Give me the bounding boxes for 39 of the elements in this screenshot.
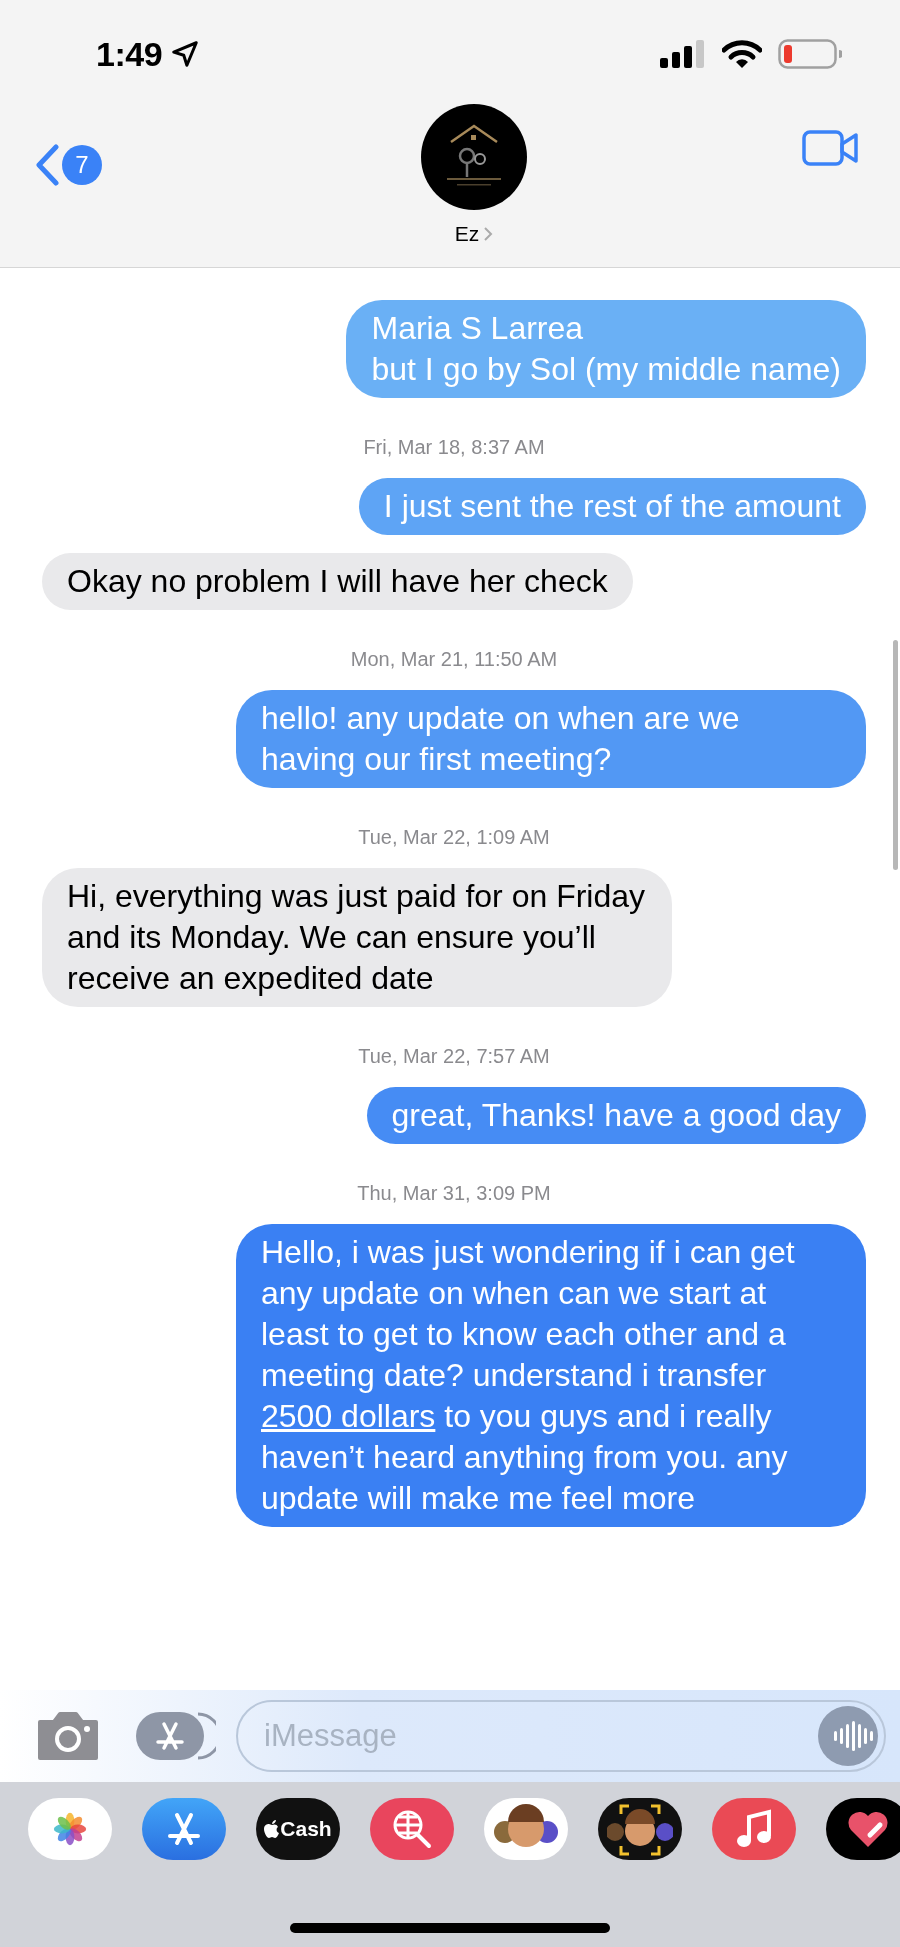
received-message: Okay no problem I will have her check — [42, 553, 633, 610]
music-note-icon — [736, 1809, 772, 1849]
cash-app-button[interactable]: Cash — [256, 1798, 340, 1860]
unread-count: 7 — [62, 145, 102, 185]
sent-message: Hello, i was just wondering if i can get any update on when can we start at least to get to know each other and a meeting date? understand i transfer 2500 dollars to you guys and i really haven’t heard anything from you. any update will make me feel more — [236, 1224, 866, 1527]
signal-icon — [660, 40, 706, 68]
apple-icon — [264, 1819, 281, 1839]
message-timestamp: Thu, Mar 31, 3:09 PM — [357, 1181, 551, 1206]
back-button[interactable]: 7 — [34, 104, 102, 186]
sent-message: Maria S Larrea but I go by Sol (my middle name) — [346, 300, 866, 398]
location-arrow-icon — [170, 39, 201, 69]
cash-label: Cash — [280, 1816, 332, 1843]
sent-message: hello! any update on when are we having our first meeting? — [236, 690, 866, 788]
clock-time: 1:49 — [96, 33, 163, 75]
message-timestamp: Tue, Mar 22, 1:09 AM — [358, 825, 550, 850]
video-camera-icon — [802, 128, 860, 168]
heart-icon — [846, 1809, 890, 1849]
battery-icon — [778, 39, 842, 69]
sent-message: I just sent the rest of the amount — [358, 478, 866, 535]
app-store-icon — [136, 1710, 216, 1762]
audio-waveform-icon[interactable] — [818, 1706, 878, 1766]
video-call-button[interactable] — [802, 128, 860, 168]
heart-app-button[interactable] — [826, 1798, 900, 1860]
wifi-icon — [722, 39, 762, 69]
message-input[interactable]: iMessage — [236, 1700, 886, 1772]
camera-button[interactable] — [36, 1710, 100, 1762]
back-chevron-icon — [34, 144, 60, 186]
contact-button[interactable]: Ez — [421, 104, 527, 250]
amount-link[interactable]: 2500 dollars — [261, 1398, 436, 1434]
sent-message: great, Thanks! have a good day — [366, 1087, 866, 1144]
received-message: Hi, everything was just paid for on Friday and its Monday. We can ensure you’ll receive an expedited date — [42, 868, 672, 1007]
figure-frame-drawing — [607, 1802, 673, 1856]
camera-icon — [36, 1710, 100, 1762]
apps-button[interactable] — [136, 1710, 216, 1762]
chevron-right-icon — [483, 225, 494, 242]
message-timestamp: Mon, Mar 21, 11:50 AM — [350, 647, 558, 672]
message-timestamp: Fri, Mar 18, 8:37 AM — [363, 435, 545, 460]
message-timestamp: Tue, Mar 22, 7:57 AM — [358, 1044, 550, 1069]
contact-name: Ez — [454, 221, 480, 247]
